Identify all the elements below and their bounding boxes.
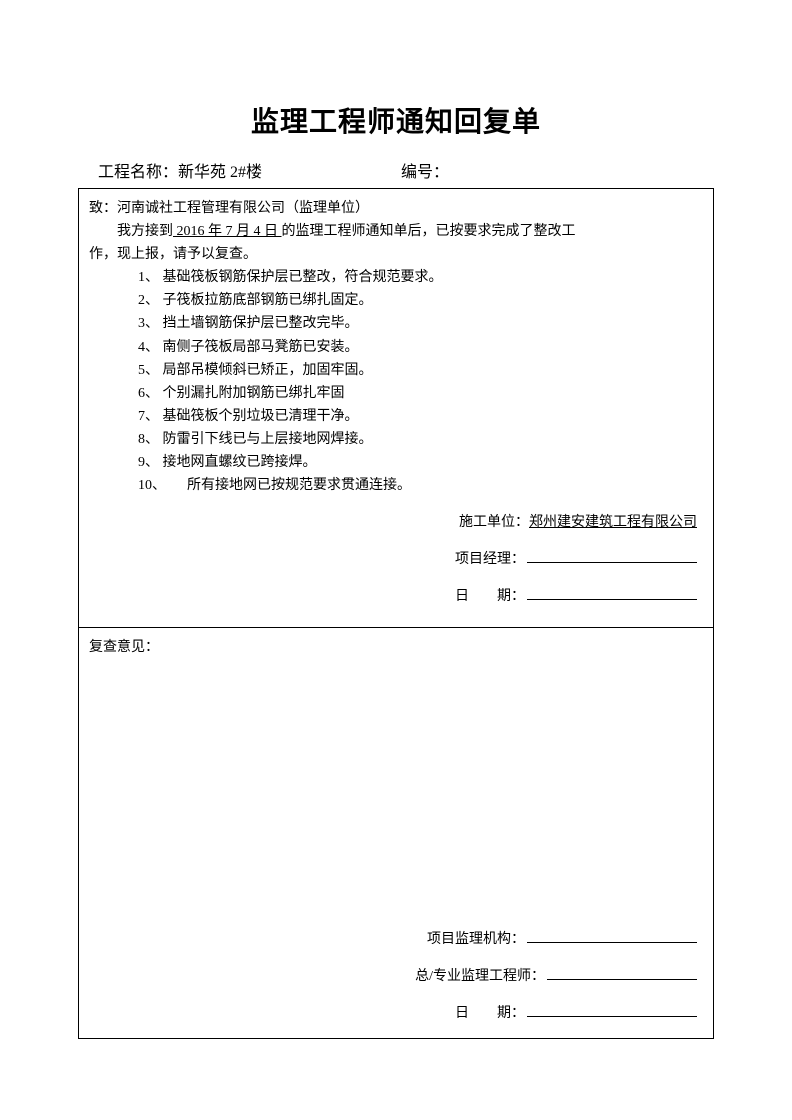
supervision-org-blank[interactable] [527,929,697,943]
receipt-line2: 作，现上报，请予以复查。 [89,243,703,266]
list-item: 10、 所有接地网已按规范要求贯通连接。 [138,474,703,497]
list-item: 7、 基础筏板个别垃圾已清理干净。 [138,405,703,428]
construction-unit-label: 施工单位： [459,511,529,534]
supervision-engineer-label: 总/专业监理工程师： [415,965,545,988]
receipt-date: 2016 年 7 月 4 日 [173,224,282,239]
form-box: 致：河南诚社工程管理有限公司（监理单位） 我方接到 2016 年 7 月 4 日… [78,188,714,1039]
list-item: 9、 接地网直螺纹已跨接焊。 [138,451,703,474]
header-row: 工程名称：新华苑 2#楼 编号： [78,158,714,182]
list-item: 1、 基础筏板钢筋保护层已整改，符合规范要求。 [138,266,703,289]
construction-unit-value: 郑州建安建筑工程有限公司 [529,515,697,530]
review-opinion-label: 复查意见： [89,636,703,659]
project-manager-blank[interactable] [527,549,697,563]
receipt-prefix: 我方接到 [117,224,173,239]
project-manager-label: 项目经理： [455,548,525,571]
date-label-bottom: 日 期： [455,1002,525,1025]
supervision-engineer-blank[interactable] [547,966,697,980]
list-item: 5、 局部吊模倾斜已矫正，加固牢固。 [138,359,703,382]
to-prefix: 致： [89,201,117,216]
date-label-top: 日 期： [455,585,525,608]
date-blank-bottom[interactable] [527,1003,697,1017]
supervision-org-label: 项目监理机构： [427,928,525,951]
list-item: 6、 个别漏扎附加钢筋已绑扎牢固 [138,382,703,405]
items-list: 1、 基础筏板钢筋保护层已整改，符合规范要求。 2、 子筏板拉筋底部钢筋已绑扎固… [89,266,703,497]
bottom-section: 复查意见： 项目监理机构： 总/专业监理工程师： 日 期： [79,628,713,1038]
date-blank-top[interactable] [527,586,697,600]
receipt-suffix: 的监理工程师通知单后，已按要求完成了整改工 [282,224,576,239]
form-title: 监理工程师通知回复单 [78,100,714,140]
form-number-label: 编号： [401,164,449,181]
list-item: 3、 挡土墙钢筋保护层已整改完毕。 [138,312,703,335]
project-name-value: 新华苑 2#楼 [178,164,262,181]
list-item: 2、 子筏板拉筋底部钢筋已绑扎固定。 [138,289,703,312]
list-item: 8、 防雷引下线已与上层接地网焊接。 [138,428,703,451]
to-company: 河南诚社工程管理有限公司（监理单位） [117,201,369,216]
list-item: 4、 南侧子筏板局部马凳筋已安装。 [138,336,703,359]
project-name-label: 工程名称： [98,164,178,181]
top-section: 致：河南诚社工程管理有限公司（监理单位） 我方接到 2016 年 7 月 4 日… [79,189,713,628]
